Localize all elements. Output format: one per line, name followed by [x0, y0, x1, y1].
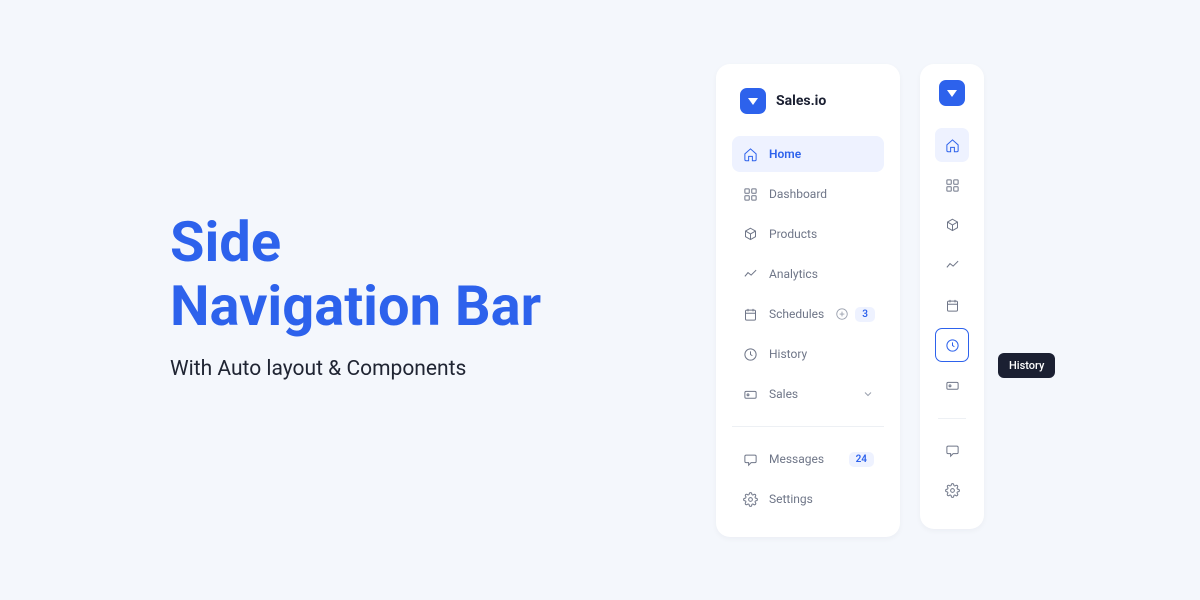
nav-item-sales[interactable]: Sales: [732, 376, 884, 412]
sidebar-expanded: Sales.io Home Dashboard Products Analyti…: [716, 64, 900, 537]
logo-icon[interactable]: [939, 80, 965, 106]
nav-label-products: Products: [769, 227, 874, 241]
hero-subtitle: With Auto layout & Components: [170, 357, 541, 381]
nav-label-messages: Messages: [769, 452, 838, 466]
nav-label-sales: Sales: [769, 387, 851, 401]
messages-badge: 24: [849, 452, 874, 467]
nav-icon-products[interactable]: [935, 208, 969, 242]
messages-icon: [742, 451, 758, 467]
nav-item-dashboard[interactable]: Dashboard: [732, 176, 884, 212]
nav-item-settings[interactable]: Settings: [732, 481, 884, 517]
chevron-down-icon: [862, 388, 874, 400]
nav-item-history[interactable]: History: [732, 336, 884, 372]
divider: [938, 418, 966, 419]
nav-icon-messages[interactable]: [935, 433, 969, 467]
nav-item-analytics[interactable]: Analytics: [732, 256, 884, 292]
nav-label-history: History: [769, 347, 874, 361]
analytics-icon: [742, 266, 758, 282]
nav-icon-home[interactable]: [935, 128, 969, 162]
hero-title-line-1: Side: [170, 210, 541, 274]
divider: [732, 426, 884, 427]
nav-label-home: Home: [769, 147, 874, 161]
nav-icon-sales[interactable]: [935, 368, 969, 402]
nav-label-schedules: Schedules: [769, 307, 824, 321]
sales-icon: [742, 386, 758, 402]
sidebar-collapsed: [920, 64, 984, 529]
tooltip-history: History: [998, 353, 1055, 378]
schedules-badge: 3: [855, 307, 875, 322]
nav-icon-schedules[interactable]: [935, 288, 969, 322]
brand-name: Sales.io: [776, 93, 826, 109]
products-icon: [742, 226, 758, 242]
nav-icon-settings[interactable]: [935, 473, 969, 507]
nav-icon-history[interactable]: [935, 328, 969, 362]
hero-title-line-2: Navigation Bar: [170, 274, 541, 338]
dashboard-icon: [742, 186, 758, 202]
logo-icon: [740, 88, 766, 114]
hero: Side Navigation Bar With Auto layout & C…: [170, 210, 541, 381]
add-schedule-icon[interactable]: [835, 307, 849, 321]
nav-item-messages[interactable]: Messages 24: [732, 441, 884, 477]
hero-title: Side Navigation Bar: [170, 210, 541, 339]
nav-item-products[interactable]: Products: [732, 216, 884, 252]
brand-row[interactable]: Sales.io: [732, 80, 884, 136]
home-icon: [742, 146, 758, 162]
nav-label-settings: Settings: [769, 492, 874, 506]
nav-icon-analytics[interactable]: [935, 248, 969, 282]
history-icon: [742, 346, 758, 362]
nav-item-schedules[interactable]: Schedules 3: [732, 296, 884, 332]
nav-icon-dashboard[interactable]: [935, 168, 969, 202]
settings-icon: [742, 491, 758, 507]
nav-label-analytics: Analytics: [769, 267, 874, 281]
nav-item-home[interactable]: Home: [732, 136, 884, 172]
nav-label-dashboard: Dashboard: [769, 187, 874, 201]
schedules-icon: [742, 306, 758, 322]
